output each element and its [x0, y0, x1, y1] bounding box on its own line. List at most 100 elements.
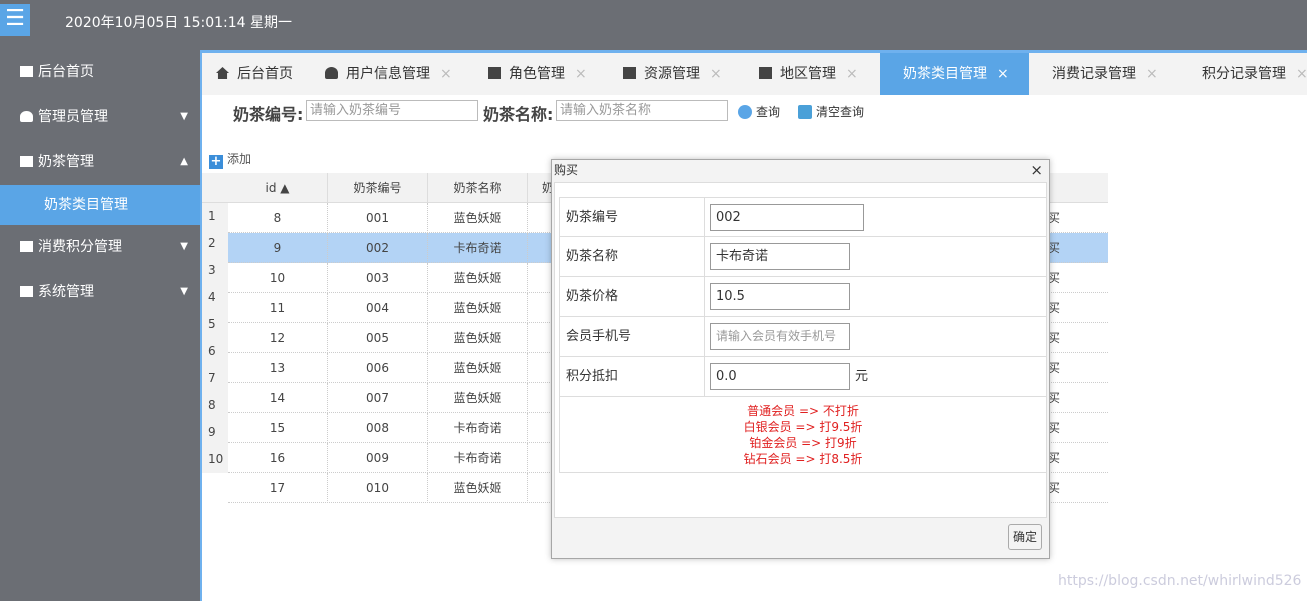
users-icon [325, 67, 338, 79]
cell-name: 蓝色妖姬 [428, 383, 528, 413]
cell-code: 001 [328, 203, 428, 233]
tab-milktea-category[interactable]: 奶茶类目管理 × [880, 53, 1029, 95]
cell-id: 8 [228, 203, 328, 233]
points-deduct-field[interactable]: 0.0 [710, 363, 850, 390]
row-number: 2 [202, 230, 228, 257]
tab-close-icon[interactable]: × [575, 66, 587, 82]
clear-query-button[interactable]: 清空查询 [798, 103, 864, 120]
column-header-name[interactable]: 奶茶名称 [428, 173, 528, 203]
tab-label: 积分记录管理 [1202, 66, 1286, 82]
close-icon[interactable]: × [1030, 160, 1043, 181]
cell-code: 002 [328, 233, 428, 263]
purchase-dialog: 购买 × 奶茶编号 002 奶茶名称 卡布奇诺 奶茶价格 10.5 会员手机号 … [551, 159, 1050, 559]
monitor-icon [20, 156, 33, 167]
field-label: 奶茶名称 [559, 237, 705, 277]
name-field[interactable]: 卡布奇诺 [710, 243, 850, 270]
tab-user-info[interactable]: 用户信息管理 × [325, 53, 452, 95]
name-label: 奶茶名称: [483, 105, 554, 124]
dialog-footer: 确定 [552, 520, 1049, 558]
sidebar-item-label: 奶茶管理 [38, 154, 94, 170]
chevron-down-icon: ▼ [180, 241, 188, 252]
confirm-button[interactable]: 确定 [1008, 524, 1042, 550]
row-number: 1 [202, 203, 228, 230]
home-icon [216, 67, 229, 79]
field-label: 积分抵扣 [559, 357, 705, 397]
row-number: 6 [202, 338, 228, 365]
row-number: 8 [202, 392, 228, 419]
monitor-heart-icon [20, 241, 33, 252]
cell-name: 蓝色妖姬 [428, 263, 528, 293]
tab-home[interactable]: 后台首页 [216, 53, 293, 95]
name-search-input[interactable]: 请输入奶茶名称 [556, 100, 728, 121]
cell-code: 007 [328, 383, 428, 413]
dialog-title: 购买 [554, 163, 579, 177]
discount-note: 白银会员 => 打9.5折 [743, 420, 863, 434]
cell-code: 009 [328, 443, 428, 473]
tab-resource[interactable]: 资源管理 × [623, 53, 722, 95]
tab-label: 地区管理 [780, 66, 836, 82]
cell-id: 17 [228, 473, 328, 503]
code-field[interactable]: 002 [710, 204, 864, 231]
cell-id: 13 [228, 353, 328, 383]
top-bar: ☰ 2020年10月05日 15:01:14 星期一 [0, 0, 1307, 50]
monitor-icon [20, 66, 33, 77]
plus-icon: + [209, 154, 223, 169]
sidebar-item-label: 管理员管理 [38, 109, 108, 125]
tab-label: 资源管理 [644, 66, 700, 82]
chevron-down-icon: ▼ [180, 111, 188, 122]
discount-note: 普通会员 => 不打折 [747, 404, 859, 418]
chevron-up-icon: ▲ [180, 156, 188, 167]
dialog-body: 奶茶编号 002 奶茶名称 卡布奇诺 奶茶价格 10.5 会员手机号 请输入会员… [554, 182, 1047, 518]
building-icon [759, 67, 772, 79]
tab-region[interactable]: 地区管理 × [759, 53, 858, 95]
sidebar-item-points[interactable]: 消费积分管理 ▼ [0, 225, 200, 269]
cell-name: 卡布奇诺 [428, 413, 528, 443]
field-row-price: 奶茶价格 10.5 [559, 277, 1046, 317]
tab-close-icon[interactable]: × [710, 66, 722, 82]
sidebar-item-home[interactable]: 后台首页 [0, 50, 200, 94]
sidebar-item-milktea[interactable]: 奶茶管理 ▲ [0, 140, 200, 184]
column-header-id[interactable]: id ▲ [228, 173, 328, 203]
id-card-icon [488, 67, 501, 79]
tab-close-icon[interactable]: × [440, 66, 452, 82]
tab-close-icon[interactable]: × [1296, 66, 1307, 82]
cell-id: 11 [228, 293, 328, 323]
tab-role[interactable]: 角色管理 × [488, 53, 587, 95]
search-bar: 奶茶编号: 请输入奶茶编号 奶茶名称: 请输入奶茶名称 查询 清空查询 [202, 95, 1307, 127]
menu-toggle-button[interactable]: ☰ [0, 4, 30, 36]
tab-label: 消费记录管理 [1052, 66, 1136, 82]
discount-note: 铂金会员 => 打9折 [749, 436, 857, 450]
column-header-code[interactable]: 奶茶编号 [328, 173, 428, 203]
tab-label: 后台首页 [237, 66, 293, 82]
cell-name: 蓝色妖姬 [428, 293, 528, 323]
cell-name: 卡布奇诺 [428, 443, 528, 473]
field-row-phone: 会员手机号 请输入会员有效手机号 [559, 317, 1046, 357]
sidebar-item-system[interactable]: 系统管理 ▼ [0, 270, 200, 314]
field-label: 奶茶价格 [559, 277, 705, 317]
column-header-price[interactable]: 奶 [528, 173, 554, 203]
tab-points-records[interactable]: 积分记录管理 × [1202, 53, 1307, 95]
field-row-points: 积分抵扣 0.0 元 [559, 357, 1046, 397]
user-icon [20, 111, 33, 122]
chevron-down-icon: ▼ [180, 286, 188, 297]
tab-close-icon[interactable]: × [997, 66, 1009, 82]
sidebar-item-admin[interactable]: 管理员管理 ▼ [0, 95, 200, 139]
price-field[interactable]: 10.5 [710, 283, 850, 310]
tab-bar: 后台首页 用户信息管理 × 角色管理 × 资源管理 × 地区管理 × 奶茶类目管理 × 消… [202, 53, 1307, 95]
tab-consumption-records[interactable]: 消费记录管理 × [1052, 53, 1158, 95]
row-number: 5 [202, 311, 228, 338]
cell-id: 10 [228, 263, 328, 293]
clear-icon [798, 105, 812, 119]
add-button[interactable]: + 添加 [209, 150, 251, 169]
add-label: 添加 [227, 152, 252, 166]
code-label: 奶茶编号: [233, 105, 304, 124]
tab-close-icon[interactable]: × [846, 66, 858, 82]
monitor-icon [623, 67, 636, 79]
monitor-heart-icon [20, 286, 33, 297]
tab-label: 奶茶类目管理 [903, 66, 987, 82]
tab-close-icon[interactable]: × [1146, 66, 1158, 82]
query-button[interactable]: 查询 [738, 103, 780, 120]
code-search-input[interactable]: 请输入奶茶编号 [306, 100, 478, 121]
sidebar-subitem-milktea-category[interactable]: 奶茶类目管理 [0, 185, 200, 225]
phone-field[interactable]: 请输入会员有效手机号 [710, 323, 850, 350]
